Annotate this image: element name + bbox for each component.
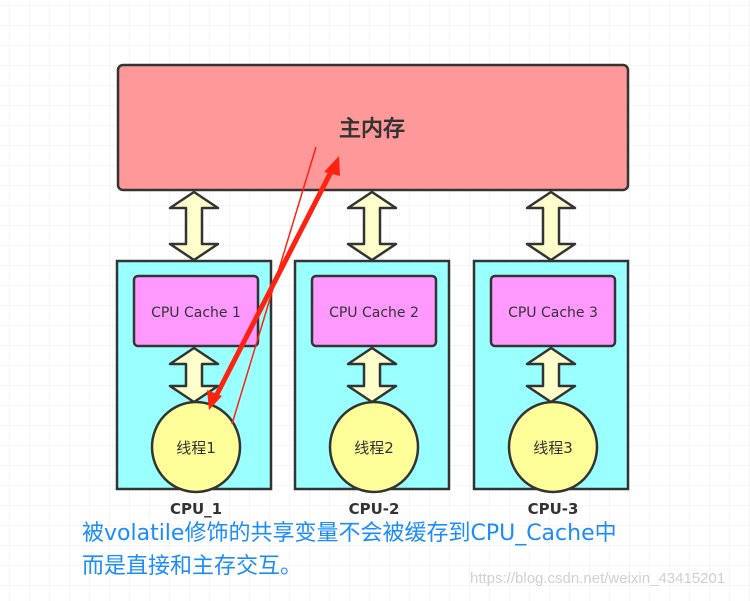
thread-label: 线程2 [354,439,394,457]
watermark: https://blog.csdn.net/weixin_43415201 [470,570,726,587]
cpu-label: CPU-2 [349,500,400,518]
cpu-cache-label: CPU Cache 1 [151,305,241,321]
cpu-label: CPU_1 [170,500,222,518]
cpu-cache-label: CPU Cache 2 [329,305,419,321]
main-memory-label: 主内存 [339,116,405,142]
cpu-label: CPU-3 [528,500,579,518]
thread-label: 线程3 [533,439,573,457]
caption-line-2: 而是直接和主存交互。 [82,554,303,579]
thread-label: 线程1 [176,439,216,457]
cpu-cache-label: CPU Cache 3 [508,305,598,321]
diagram-canvas: 主内存 CPU Cache 1 线程1 CPU_1 CPU Cache 2 线程2 CPU… [0,0,750,601]
main-memory: 主内存 [116,63,630,192]
caption-line-1: 被volatile修饰的共享变量不会被缓存到CPU_Cache中 [82,521,617,546]
